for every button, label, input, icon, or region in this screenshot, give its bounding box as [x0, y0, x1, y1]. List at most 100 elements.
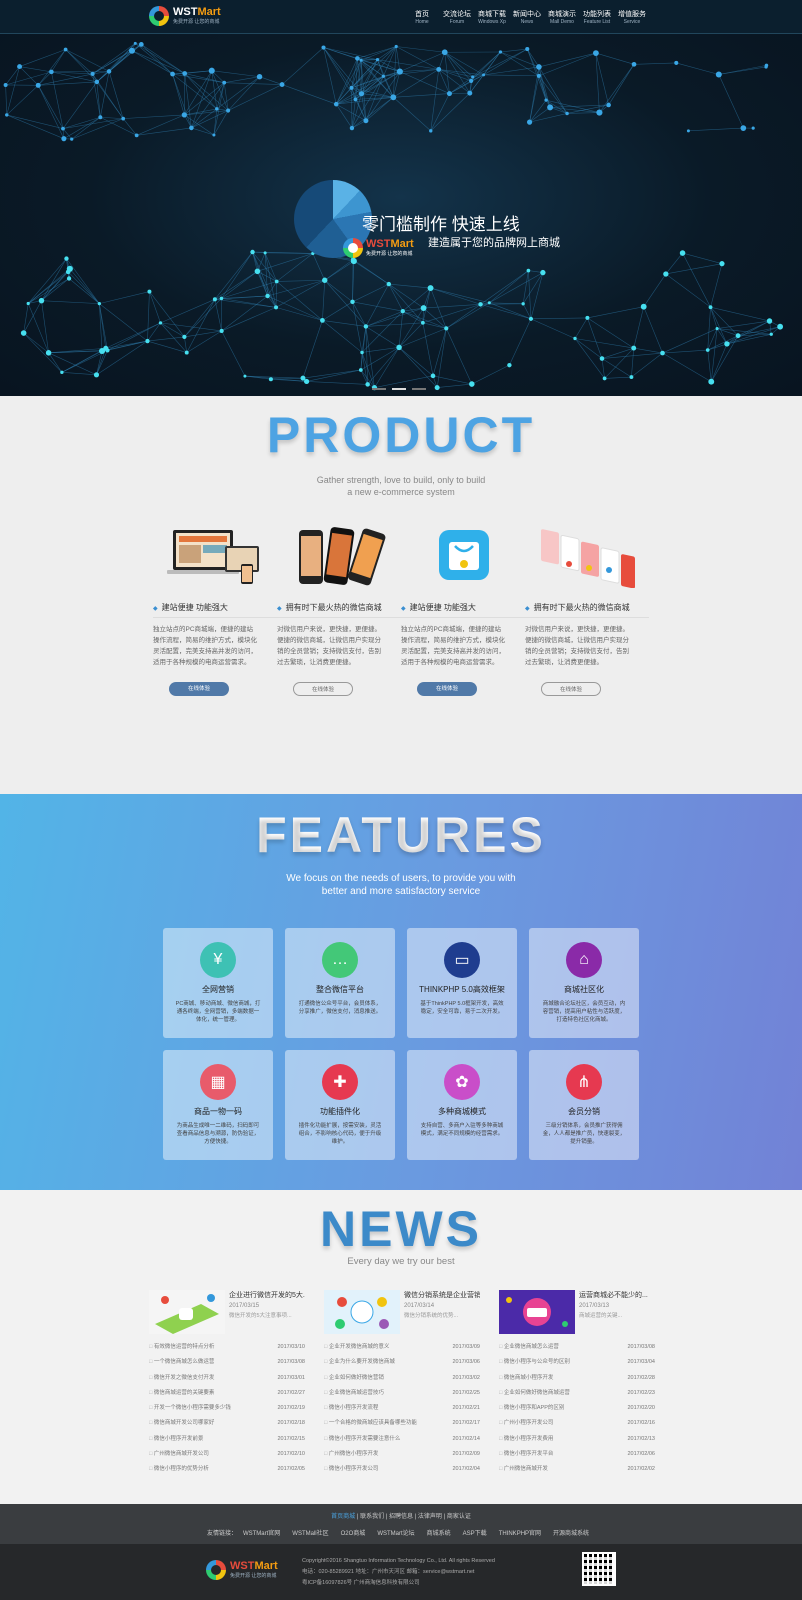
news-list-item[interactable]: 微信小程序和APP的区别 2017/02/20 — [499, 1401, 655, 1416]
footer-link[interactable]: 招聘信息 — [389, 1514, 413, 1520]
feature-card[interactable]: ⌂ 商城社区化 商城融合论坛社区，会员互动，内容营销，提高用户粘性与活跃度，打造特色… — [529, 928, 639, 1038]
news-list-item[interactable]: 企业如何做好微信营销 2017/03/02 — [324, 1371, 480, 1386]
news-list-item[interactable]: 有效微信运营的特点分析 2017/03/10 — [149, 1340, 305, 1355]
news-list-item[interactable]: 微信小程序开发平台 2017/02/06 — [499, 1447, 655, 1462]
nav-item-0[interactable]: 首页 Home — [405, 10, 439, 25]
news-list-item[interactable]: 微信小程序与公众号的区别 2017/03/04 — [499, 1355, 655, 1370]
green-app-thumb[interactable] — [149, 1290, 225, 1334]
news-item-title[interactable]: 微信商城运营的关键要素 — [149, 1386, 267, 1401]
featured-news[interactable]: 微信分销系统是企业营销... 2017/03/14 微信分销系统的优势... — [324, 1290, 480, 1334]
news-list-item[interactable]: 微信小程序开发流程 2017/02/21 — [324, 1401, 480, 1416]
news-item-title[interactable]: 企业如何做好微信营销 — [324, 1371, 442, 1386]
news-item-title[interactable]: 微信小程序开发流程 — [324, 1401, 442, 1416]
news-list-item[interactable]: 微信小程序开发公司 2017/02/04 — [324, 1462, 480, 1477]
news-item-title[interactable]: 微信小程序和APP的区别 — [499, 1401, 617, 1416]
news-list-item[interactable]: 企业微信商城怎么运营 2017/03/08 — [499, 1340, 655, 1355]
try-online-button[interactable]: 在线体验 — [541, 682, 601, 696]
news-list-item[interactable]: 开发一个微信小程序需要多少钱 2017/02/19 — [149, 1401, 305, 1416]
news-list-item[interactable]: 微信小程序的优势分析 2017/02/05 — [149, 1462, 305, 1477]
news-list-item[interactable]: 微信小程序开发需要注意什么 2017/02/14 — [324, 1432, 480, 1447]
news-list-item[interactable]: 微信小程序开发前景 2017/02/15 — [149, 1432, 305, 1447]
footer-link[interactable]: 商家认证 — [447, 1514, 471, 1520]
friend-link[interactable]: WSTMart论坛 — [377, 1531, 414, 1537]
featured-news-title[interactable]: 运营商城必不能少的... — [579, 1290, 655, 1300]
shop-app-thumb[interactable] — [499, 1290, 575, 1334]
footer-link[interactable]: 法律声明 — [418, 1514, 442, 1520]
news-item-title[interactable]: 微信小程序开发公司 — [324, 1462, 442, 1477]
news-list-item[interactable]: 企业微信商城运营技巧 2017/02/25 — [324, 1386, 480, 1401]
news-list-item[interactable]: 微信小程序开发费用 2017/02/13 — [499, 1432, 655, 1447]
feature-card[interactable]: ⋔ 会员分销 三级分销体系，会员推广获得佣金，人人都是推广员，快速裂变，提升销量。 — [529, 1050, 639, 1160]
nav-item-2[interactable]: 商城下载 Windows Xp — [475, 10, 509, 25]
news-item-title[interactable]: 广州微信商城开发 — [499, 1462, 617, 1477]
news-item-title[interactable]: 企业微信商城怎么运营 — [499, 1340, 617, 1355]
site-logo[interactable]: WSTMart 免费开源 让您的商城 — [149, 6, 221, 26]
feature-card[interactable]: ▦ 商品一物一码 为商品生成唯一二维码，扫码即可查看商品信息与溯源，防伪验证，方便快… — [163, 1050, 273, 1160]
news-item-title[interactable]: 微信商城小程序开发 — [499, 1371, 617, 1386]
news-item-title[interactable]: 有效微信运营的特点分析 — [149, 1340, 267, 1355]
try-online-button[interactable]: 在线体验 — [417, 682, 477, 696]
news-list-item[interactable]: 广州微信商城开发 2017/02/02 — [499, 1462, 655, 1477]
try-online-button[interactable]: 在线体验 — [293, 682, 353, 696]
nav-item-4[interactable]: 商城演示 Mall Demo — [545, 10, 579, 25]
news-list-item[interactable]: 一个合格的微商城应该具备哪些功能 2017/02/17 — [324, 1416, 480, 1431]
friend-link[interactable]: THINKPHP官网 — [499, 1531, 541, 1537]
news-item-title[interactable]: 微信小程序开发前景 — [149, 1432, 267, 1447]
news-item-title[interactable]: 微信小程序开发费用 — [499, 1432, 617, 1447]
featured-news-title[interactable]: 微信分销系统是企业营销... — [404, 1290, 480, 1300]
nav-item-1[interactable]: 交流论坛 Forum — [440, 10, 474, 25]
news-list-item[interactable]: 广州微信小程序开发 2017/02/09 — [324, 1447, 480, 1462]
feature-card[interactable]: ¥ 全网营销 PC商城、移动商城、微信商城，打通各终端，全网营销，多端数据一体化，统… — [163, 928, 273, 1038]
news-list-item[interactable]: 广州小程序开发公司 2017/02/16 — [499, 1416, 655, 1431]
news-item-title[interactable]: 开发一个微信小程序需要多少钱 — [149, 1401, 267, 1416]
try-online-button[interactable]: 在线体验 — [169, 682, 229, 696]
news-list-item[interactable]: 微信开发之微信支付开发 2017/03/01 — [149, 1371, 305, 1386]
circles-thumb[interactable] — [324, 1290, 400, 1334]
friend-link[interactable]: 开源商城系统 — [553, 1531, 589, 1537]
news-item-title[interactable]: 企业微信商城运营技巧 — [324, 1386, 442, 1401]
news-item-title[interactable]: 一个合格的微商城应该具备哪些功能 — [324, 1416, 442, 1431]
news-item-title[interactable]: 微信小程序开发平台 — [499, 1447, 617, 1462]
news-item-title[interactable]: 一个微信商城怎么做运营 — [149, 1355, 267, 1370]
news-item-title[interactable]: 微信小程序与公众号的区别 — [499, 1355, 617, 1370]
news-list-item[interactable]: 广州微信商城开发公司 2017/02/10 — [149, 1447, 305, 1462]
news-item-title[interactable]: 广州微信商城开发公司 — [149, 1447, 267, 1462]
footer-link[interactable]: 首页商城 — [331, 1514, 355, 1520]
news-item-title[interactable]: 微信小程序的优势分析 — [149, 1462, 267, 1477]
news-list-item[interactable]: 企业为什么要开发微信商城 2017/03/06 — [324, 1355, 480, 1370]
footer-link[interactable]: 联系我们 — [360, 1514, 384, 1520]
friend-link[interactable]: WSTMall社区 — [292, 1531, 328, 1537]
news-list-item[interactable]: 企业开发微信商城的意义 2017/03/09 — [324, 1340, 480, 1355]
friend-link[interactable]: O2O商城 — [341, 1531, 366, 1537]
feature-card[interactable]: ✚ 功能插件化 插件化功能扩展，按需安装，灵活组合，不影响核心代码，便于升级维护。 — [285, 1050, 395, 1160]
featured-news[interactable]: 企业进行微信开发的5大... 2017/03/15 微信开发的5大注意事项... — [149, 1290, 305, 1334]
slider-dot[interactable] — [372, 388, 386, 390]
slider-dot[interactable] — [392, 388, 406, 390]
news-item-title[interactable]: 企业如何做好微信商城运营 — [499, 1386, 617, 1401]
featured-news-title[interactable]: 企业进行微信开发的5大... — [229, 1290, 305, 1300]
network-node — [189, 125, 194, 131]
news-item-title[interactable]: 微信小程序开发需要注意什么 — [324, 1432, 442, 1447]
news-item-title[interactable]: 微信商城开发公司哪家好 — [149, 1416, 267, 1431]
friend-link[interactable]: 商城系统 — [427, 1531, 451, 1537]
news-list-item[interactable]: 企业如何做好微信商城运营 2017/02/23 — [499, 1386, 655, 1401]
news-item-title[interactable]: 企业为什么要开发微信商城 — [324, 1355, 442, 1370]
news-list-item[interactable]: 微信商城开发公司哪家好 2017/02/18 — [149, 1416, 305, 1431]
feature-card[interactable]: ▭ THINKPHP 5.0高效框架 基于ThinkPHP 5.0框架开发，高效稳定… — [407, 928, 517, 1038]
friend-link[interactable]: ASP下载 — [463, 1531, 487, 1537]
news-list-item[interactable]: 微信商城小程序开发 2017/02/28 — [499, 1371, 655, 1386]
featured-news[interactable]: 运营商城必不能少的... 2017/03/13 商城运营的关键... — [499, 1290, 655, 1334]
slider-dot[interactable] — [412, 388, 426, 390]
news-item-title[interactable]: 企业开发微信商城的意义 — [324, 1340, 442, 1355]
news-list-item[interactable]: 微信商城运营的关键要素 2017/02/27 — [149, 1386, 305, 1401]
friend-link[interactable]: WSTMart官网 — [243, 1531, 280, 1537]
feature-card[interactable]: … 整合微信平台 打通微信公众号平台，会员体系，分享推广，微信支付，消息推送。 — [285, 928, 395, 1038]
news-item-title[interactable]: 广州微信小程序开发 — [324, 1447, 442, 1462]
feature-card[interactable]: ✿ 多种商城模式 支持自营、多商户入驻等多种商城模式，满足不同规模的经营需求。 — [407, 1050, 517, 1160]
nav-item-5[interactable]: 功能列表 Feature List — [580, 10, 614, 25]
news-item-title[interactable]: 广州小程序开发公司 — [499, 1416, 617, 1431]
nav-item-3[interactable]: 新闻中心 News — [510, 10, 544, 25]
news-list-item[interactable]: 一个微信商城怎么做运营 2017/03/08 — [149, 1355, 305, 1370]
news-item-title[interactable]: 微信开发之微信支付开发 — [149, 1371, 267, 1386]
nav-item-6[interactable]: 增值服务 Service — [615, 10, 649, 25]
